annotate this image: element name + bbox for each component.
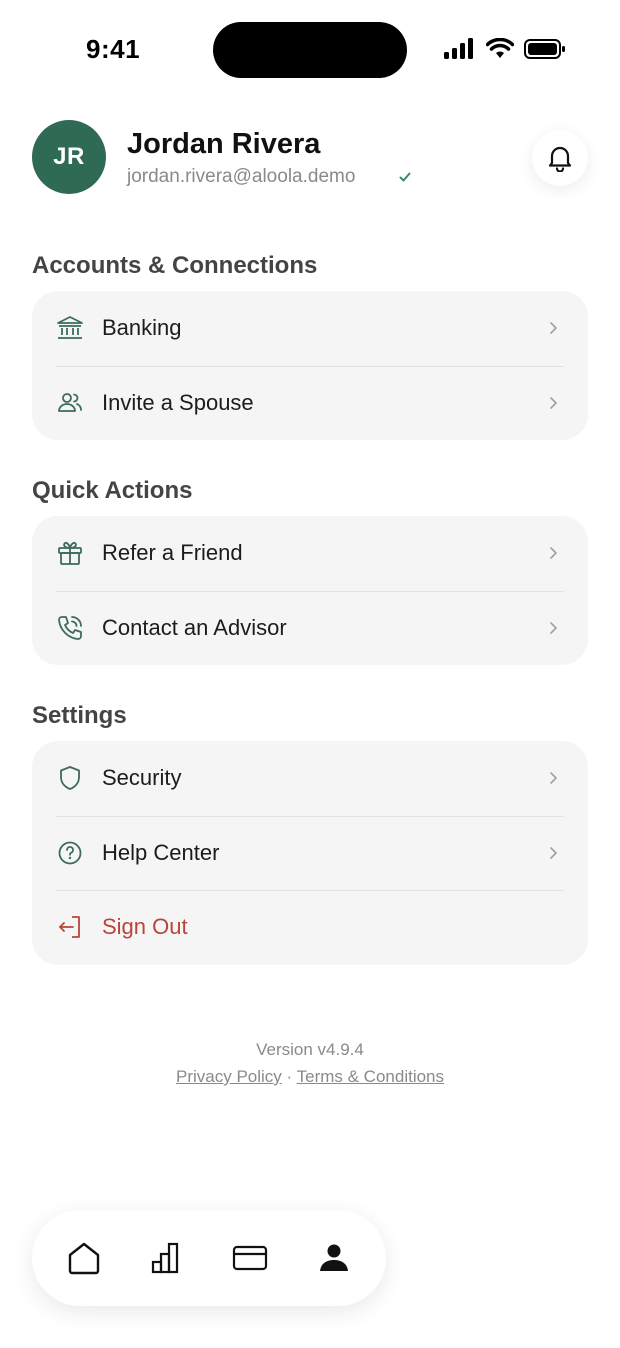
notifications-button[interactable]: [532, 130, 588, 186]
section-title-accounts: Accounts & Connections: [32, 252, 318, 279]
shield-icon: [56, 764, 84, 792]
bell-icon: [548, 146, 572, 172]
battery-icon: [524, 39, 565, 59]
section-title-settings: Settings: [32, 702, 127, 729]
chevron-right-icon: [550, 547, 557, 560]
phone-icon: [56, 614, 84, 642]
tab-profile[interactable]: [314, 1238, 354, 1278]
status-bar: 9:41: [0, 0, 620, 100]
menu-item-sign-out[interactable]: Sign Out: [32, 890, 588, 965]
card-icon: [232, 1245, 268, 1271]
tab-bar: [32, 1210, 386, 1306]
status-icons: [444, 38, 566, 60]
menu-item-contact-advisor[interactable]: Contact an Advisor: [32, 590, 588, 666]
menu-item-label: Contact an Advisor: [102, 614, 287, 640]
menu-item-label: Help Center: [102, 839, 220, 865]
check-icon: [399, 172, 411, 182]
chevron-right-icon: [550, 772, 557, 785]
wifi-icon: [486, 38, 514, 58]
help-icon: [56, 839, 84, 867]
menu-item-label: Invite a Spouse: [102, 389, 254, 415]
menu-item-label: Refer a Friend: [102, 540, 243, 566]
tab-home[interactable]: [64, 1238, 104, 1278]
chevron-right-icon: [550, 846, 557, 859]
status-time: 9:41: [86, 34, 141, 64]
avatar[interactable]: JR: [32, 120, 106, 194]
accounts-card: Banking Invite a Spouse: [32, 291, 588, 440]
menu-item-refer-friend[interactable]: Refer a Friend: [32, 516, 588, 591]
menu-item-label: Banking: [102, 315, 182, 341]
bank-icon: [56, 314, 84, 342]
gift-icon: [56, 539, 84, 567]
menu-item-label: Security: [102, 765, 182, 791]
section-title-quick-actions: Quick Actions: [32, 477, 193, 504]
profile-header: JR Jordan Rivera jordan.rivera@aloola.de…: [32, 120, 588, 196]
home-icon: [68, 1242, 100, 1275]
menu-item-invite-spouse[interactable]: Invite a Spouse: [32, 365, 588, 441]
chevron-right-icon: [550, 621, 557, 634]
sign-out-icon: [56, 913, 84, 941]
dynamic-island: [213, 22, 407, 78]
tab-insights[interactable]: [147, 1238, 187, 1278]
users-icon: [56, 389, 84, 417]
chevron-right-icon: [550, 396, 557, 409]
menu-item-label: Sign Out: [102, 914, 188, 940]
profile-email: jordan.rivera@aloola.demo: [127, 166, 356, 187]
app-version: Version v4.9.4: [256, 1040, 364, 1059]
terms-link[interactable]: Terms & Conditions: [297, 1067, 444, 1086]
avatar-initials: JR: [53, 143, 85, 170]
settings-card: Security Help Center Sign Out: [32, 741, 588, 965]
chart-icon: [151, 1242, 179, 1274]
profile-icon: [320, 1244, 348, 1271]
privacy-policy-link[interactable]: Privacy Policy: [176, 1067, 282, 1086]
profile-name: Jordan Rivera: [127, 128, 321, 160]
menu-item-banking[interactable]: Banking: [32, 291, 588, 366]
menu-item-security[interactable]: Security: [32, 741, 588, 816]
tab-cards[interactable]: [230, 1238, 270, 1278]
cellular-signal-icon: [444, 38, 473, 59]
quick-actions-card: Refer a Friend Contact an Advisor: [32, 516, 588, 665]
chevron-right-icon: [550, 322, 557, 335]
legal-links: Privacy Policy · Terms & Conditions: [0, 1067, 620, 1087]
link-separator: ·: [286, 1067, 293, 1086]
menu-item-help-center[interactable]: Help Center: [32, 815, 588, 891]
